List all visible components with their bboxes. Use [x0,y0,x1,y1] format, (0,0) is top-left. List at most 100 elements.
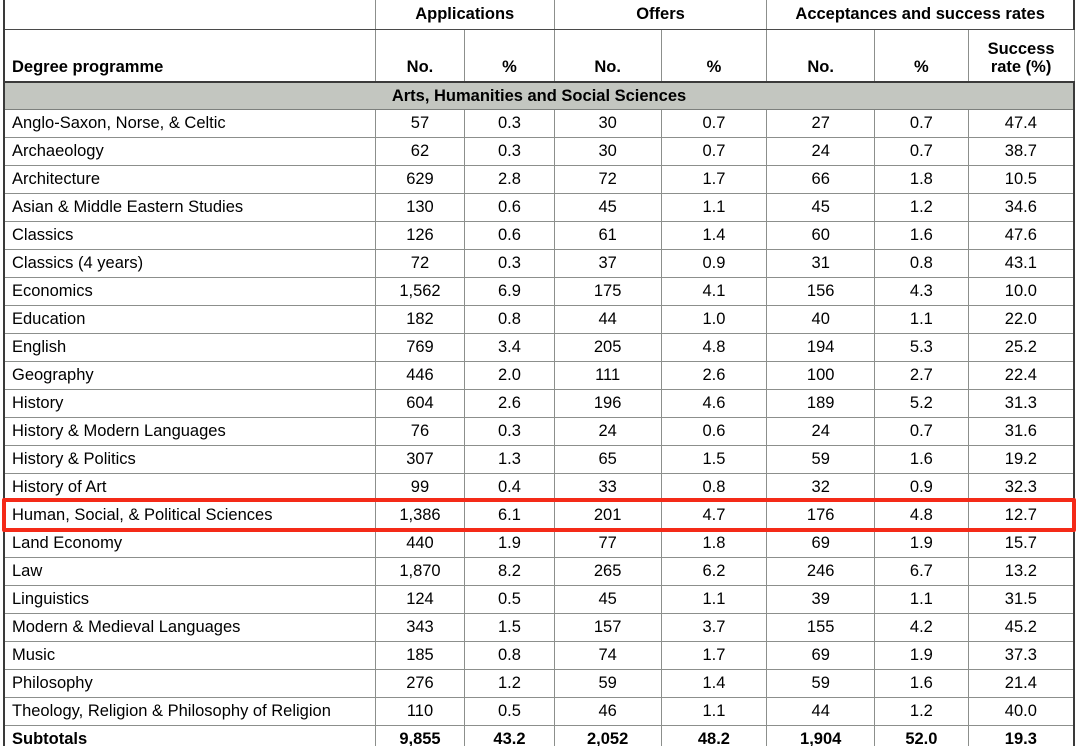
subtotal-off-no: 2,052 [553,724,662,746]
table-row: Economics 1,562 6.9 175 4.1 156 4.3 10.0 [2,276,1075,306]
cell-off-no: 46 [553,696,662,726]
cell-success: 31.5 [967,584,1075,614]
subtotal-success: 19.3 [967,724,1075,746]
cell-off-pct: 1.1 [660,584,768,614]
cell-success: 19.2 [967,444,1075,474]
cell-app-pct: 1.9 [464,528,555,558]
cell-success: 10.5 [967,164,1075,194]
cell-acc-pct: 0.8 [874,248,969,278]
table-row: Asian & Middle Eastern Studies 130 0.6 45 1.… [2,192,1075,222]
column-header-offers-pct: % [660,29,768,83]
cell-programme: Human, Social, & Political Sciences [2,500,376,530]
cell-acc-no: 32 [766,472,876,502]
cell-off-no: 201 [553,500,662,530]
cell-programme: Music [2,640,376,670]
table-row: Human, Social, & Political Sciences 1,386… [2,500,1075,530]
cell-acc-pct: 4.2 [874,612,969,642]
cell-app-pct: 0.3 [464,416,555,446]
cell-programme: Classics (4 years) [2,248,376,278]
cell-off-no: 157 [553,612,662,642]
cell-acc-no: 44 [766,696,876,726]
cell-off-pct: 0.7 [660,108,768,138]
cell-programme: Land Economy [2,528,376,558]
cell-acc-no: 100 [766,360,876,390]
cell-off-no: 37 [553,248,662,278]
cell-off-pct: 4.6 [660,388,768,418]
cell-acc-no: 59 [766,668,876,698]
cell-programme: Theology, Religion & Philosophy of Relig… [2,696,376,726]
cell-off-no: 45 [553,584,662,614]
column-group-applications: Applications [374,0,555,30]
subtotal-off-pct: 48.2 [660,724,768,746]
table-row: Theology, Religion & Philosophy of Relig… [2,696,1075,726]
cell-app-no: 604 [374,388,466,418]
cell-app-no: 1,562 [374,276,466,306]
cell-success: 10.0 [967,276,1075,306]
cell-acc-pct: 1.6 [874,444,969,474]
cell-off-pct: 1.7 [660,640,768,670]
table-row: Architecture 629 2.8 72 1.7 66 1.8 10.5 [2,164,1075,194]
section-header-row: Arts, Humanities and Social Sciences [3,81,1075,110]
cell-app-pct: 1.3 [464,444,555,474]
cell-acc-no: 45 [766,192,876,222]
cell-app-pct: 0.3 [464,136,555,166]
cell-programme: Linguistics [2,584,376,614]
cell-success: 15.7 [967,528,1075,558]
cell-acc-no: 59 [766,444,876,474]
cell-acc-pct: 0.7 [874,108,969,138]
cell-acc-pct: 1.6 [874,668,969,698]
cell-app-no: 446 [374,360,466,390]
cell-off-pct: 1.4 [660,220,768,250]
cell-off-pct: 6.2 [660,556,768,586]
cell-app-pct: 0.8 [464,640,555,670]
cell-off-no: 45 [553,192,662,222]
cell-programme: Classics [2,220,376,250]
cell-success: 47.6 [967,220,1075,250]
cell-programme: History & Politics [2,444,376,474]
cell-off-no: 65 [553,444,662,474]
cell-app-no: 769 [374,332,466,362]
cell-off-no: 44 [553,304,662,334]
cell-acc-no: 60 [766,220,876,250]
cell-acc-no: 156 [766,276,876,306]
table-row: Music 185 0.8 74 1.7 69 1.9 37.3 [2,640,1075,670]
cell-acc-pct: 0.7 [874,136,969,166]
table-row: Philosophy 276 1.2 59 1.4 59 1.6 21.4 [2,668,1075,698]
cell-app-no: 126 [374,220,466,250]
cell-acc-pct: 1.9 [874,640,969,670]
cell-acc-pct: 4.3 [874,276,969,306]
corner-blank-cell [2,0,376,30]
cell-programme: Modern & Medieval Languages [2,612,376,642]
cell-acc-no: 189 [766,388,876,418]
column-header-applications-no: No. [374,29,466,83]
column-group-offers: Offers [553,0,768,30]
column-header-acceptances-no: No. [766,29,876,83]
table-row: History 604 2.6 196 4.6 189 5.2 31.3 [2,388,1075,418]
cell-app-pct: 2.8 [464,164,555,194]
cell-off-no: 196 [553,388,662,418]
cell-app-no: 130 [374,192,466,222]
cell-acc-pct: 1.2 [874,192,969,222]
cell-app-no: 307 [374,444,466,474]
column-group-header-row: Applications Offers Acceptances and succ… [2,0,1076,30]
cell-off-no: 265 [553,556,662,586]
column-header-success-rate: Success rate (%) [967,29,1075,83]
cell-off-no: 111 [553,360,662,390]
cell-app-no: 629 [374,164,466,194]
cell-acc-pct: 0.9 [874,472,969,502]
cell-acc-pct: 1.6 [874,220,969,250]
cell-off-pct: 1.1 [660,192,768,222]
cell-success: 31.6 [967,416,1075,446]
cell-off-no: 77 [553,528,662,558]
cell-off-pct: 1.7 [660,164,768,194]
cell-acc-pct: 1.9 [874,528,969,558]
cell-off-pct: 4.1 [660,276,768,306]
subtotal-app-pct: 43.2 [464,724,555,746]
column-header-row: Degree programme No. % No. % No. % Succe… [2,29,1075,83]
column-header-applications-pct: % [464,29,555,83]
cell-success: 22.0 [967,304,1075,334]
cell-programme: Architecture [2,164,376,194]
cell-success: 25.2 [967,332,1075,362]
cell-acc-pct: 5.3 [874,332,969,362]
table-row: Education 182 0.8 44 1.0 40 1.1 22.0 [2,304,1075,334]
